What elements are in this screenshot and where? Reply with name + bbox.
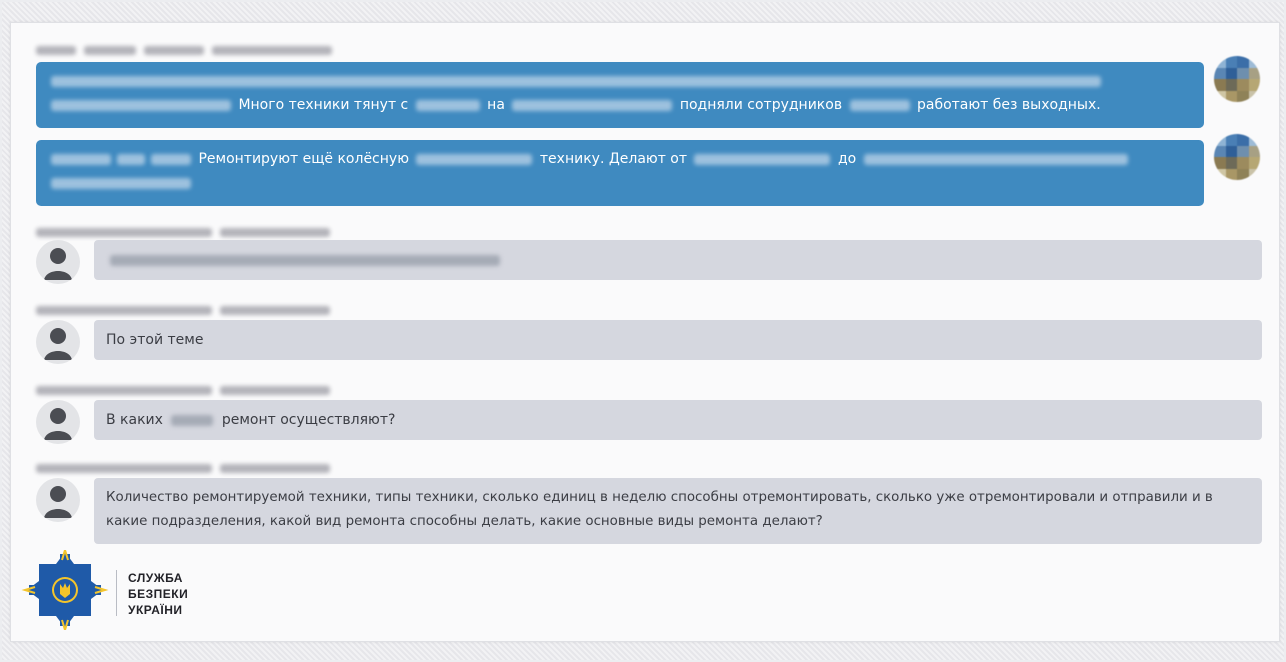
logo-line: БЕЗПЕКИ xyxy=(128,587,189,601)
incoming-message-row xyxy=(36,240,1262,284)
outgoing-message-1[interactable]: Много техники тянут с на подняли сотрудн… xyxy=(36,62,1204,128)
message-text: на xyxy=(487,97,505,113)
outgoing-message-2[interactable]: Ремонтируют ещё колёсную технику. Делают… xyxy=(36,140,1204,206)
message-header-redacted xyxy=(36,40,340,59)
ssu-emblem-icon xyxy=(20,546,110,634)
logo-divider xyxy=(116,570,117,616)
incoming-message-bubble[interactable] xyxy=(94,240,1262,280)
message-text: работают без выходных. xyxy=(916,97,1101,113)
incoming-message-bubble[interactable]: В каких ремонт осуществляют? xyxy=(94,400,1262,440)
message-text: В каких xyxy=(106,412,163,428)
message-text: ремонт осуществляют? xyxy=(221,412,396,428)
message-header-redacted xyxy=(36,458,338,477)
ssu-logo-text: СЛУЖБА БЕЗПЕКИ УКРАЇНИ xyxy=(128,570,188,618)
pixelated-avatar-icon[interactable] xyxy=(1214,56,1260,102)
incoming-message-row: В каких ремонт осуществляют? xyxy=(36,400,1262,444)
message-text: подняли сотрудников xyxy=(679,97,843,113)
incoming-message-bubble[interactable]: Количество ремонтируемой техники, типы т… xyxy=(94,478,1262,544)
logo-line: УКРАЇНИ xyxy=(128,603,183,617)
person-silhouette-icon[interactable] xyxy=(36,478,80,522)
message-text: Количество ремонтируемой техники, типы т… xyxy=(106,490,1213,529)
message-header-redacted xyxy=(36,222,338,241)
message-text: до xyxy=(837,151,857,167)
person-silhouette-icon[interactable] xyxy=(36,400,80,444)
pixelated-avatar-icon[interactable] xyxy=(1214,134,1260,180)
incoming-message-bubble[interactable]: По этой теме xyxy=(94,320,1262,360)
message-text: Ремонтируют ещё колёсную xyxy=(198,151,409,167)
message-text: технику. Делают от xyxy=(539,151,688,167)
message-text: Много техники тянут с xyxy=(238,97,409,113)
logo-line: СЛУЖБА xyxy=(128,571,183,585)
person-silhouette-icon[interactable] xyxy=(36,240,80,284)
message-header-redacted xyxy=(36,300,338,319)
person-silhouette-icon[interactable] xyxy=(36,320,80,364)
incoming-message-row: Количество ремонтируемой техники, типы т… xyxy=(36,478,1262,544)
message-header-redacted xyxy=(36,380,338,399)
incoming-message-row: По этой теме xyxy=(36,320,1262,364)
message-text: По этой теме xyxy=(106,332,204,348)
